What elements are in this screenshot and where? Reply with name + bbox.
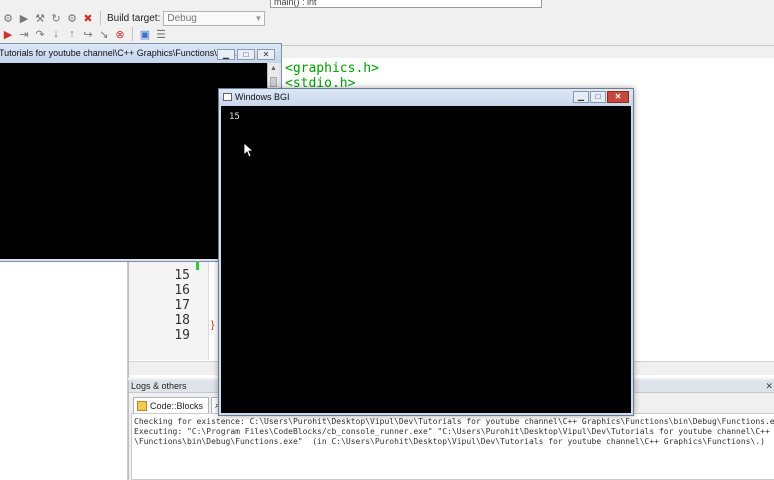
tab-label: Code::Blocks	[150, 400, 204, 411]
close-icon[interactable]: ✕	[257, 49, 275, 60]
console-title: Tutorials for youtube channel\C++ Graphi…	[0, 48, 239, 58]
build-gear-icon[interactable]: ⚙	[1, 11, 15, 25]
desktop: main() : int ⚙ ▶ ⚒ ↻ ⚙ ✖ Build target: D…	[0, 0, 774, 480]
build-target-select[interactable]: Debug ▼	[163, 10, 266, 26]
maximize-icon[interactable]: □	[237, 49, 255, 60]
run-icon[interactable]: ▶	[17, 11, 31, 25]
window-app-icon	[223, 93, 232, 101]
line-number: 16	[174, 283, 190, 298]
various-info-icon[interactable]: ☰	[154, 27, 168, 41]
tab-codeblocks[interactable]: Code::Blocks	[133, 397, 210, 413]
scroll-thumb[interactable]	[270, 77, 277, 87]
build-target-value: Debug	[167, 12, 197, 24]
stop-debugger-icon[interactable]: ⊗	[113, 27, 127, 41]
bgi-window-controls: ▁ □ ✕	[572, 91, 629, 103]
scroll-up-icon[interactable]: ▲	[270, 65, 277, 72]
bgi-titlebar[interactable]: Windows BGI ▁ □ ✕	[219, 89, 633, 106]
log-line: \Functions\bin\Debug\Functions.exe" (in …	[134, 437, 765, 446]
close-icon[interactable]: ✕	[765, 380, 773, 392]
toolbar-divider	[100, 11, 101, 25]
stop-icon[interactable]: ✖	[81, 11, 95, 25]
rebuild-icon[interactable]: ↻	[49, 11, 63, 25]
step-out-icon[interactable]: ↑	[65, 27, 79, 41]
step-instruction-icon[interactable]: ↘	[97, 27, 111, 41]
console-window-controls: ▁ □ ✕	[215, 49, 275, 60]
minimize-icon[interactable]: ▁	[217, 49, 235, 60]
fold-end-icon: }	[211, 320, 215, 331]
bgi-output-text: 15	[229, 112, 240, 122]
logs-title: Logs & others	[131, 381, 187, 391]
chevron-down-icon: ▼	[254, 13, 263, 23]
debug-windows-icon[interactable]: ▣	[138, 27, 152, 41]
line-number: 18	[174, 313, 190, 328]
bgi-canvas[interactable]: 15	[221, 106, 631, 413]
management-panel	[0, 258, 128, 480]
function-combo[interactable]: main() : int	[270, 0, 542, 8]
debug-run-icon[interactable]: ▶	[1, 27, 15, 41]
log-line: Checking for existence: C:\Users\Purohit…	[134, 417, 774, 426]
next-line-icon[interactable]: ↷	[33, 27, 47, 41]
line-number: 17	[174, 298, 190, 313]
log-line: Executing: "C:\Program Files\CodeBlocks/…	[134, 427, 774, 436]
next-instruction-icon[interactable]: ↪	[81, 27, 95, 41]
run-to-cursor-icon[interactable]: ⇥	[17, 27, 31, 41]
build-log-output: Checking for existence: C:\Users\Purohit…	[131, 413, 774, 480]
line-number: 19	[174, 328, 190, 343]
change-marker	[196, 261, 199, 270]
build-and-run-icon[interactable]: ⚒	[33, 11, 47, 25]
line-number: 15	[174, 268, 190, 283]
step-into-icon[interactable]: ↓	[49, 27, 63, 41]
build-target-label: Build target:	[107, 12, 161, 24]
abort-icon[interactable]: ⚙	[65, 11, 79, 25]
code-line: <graphics.h>	[285, 61, 379, 76]
minimize-icon[interactable]: ▁	[573, 91, 589, 103]
bgi-window[interactable]: Windows BGI ▁ □ ✕ 15	[218, 88, 634, 416]
logs-tab-bar: Code::Blocks ⌕	[129, 395, 225, 413]
bgi-window-title: Windows BGI	[235, 92, 290, 102]
mouse-pointer-icon	[244, 143, 254, 158]
maximize-icon[interactable]: □	[590, 91, 606, 103]
ide-toolbar-area: main() : int ⚙ ▶ ⚒ ↻ ⚙ ✖ Build target: D…	[0, 0, 774, 46]
close-icon[interactable]: ✕	[607, 91, 629, 103]
codeblocks-icon	[137, 400, 147, 411]
toolbar-divider	[132, 27, 133, 41]
debug-toolbar: ▶ ⇥ ↷ ↓ ↑ ↪ ↘ ⊗ ▣ ☰	[0, 25, 169, 43]
